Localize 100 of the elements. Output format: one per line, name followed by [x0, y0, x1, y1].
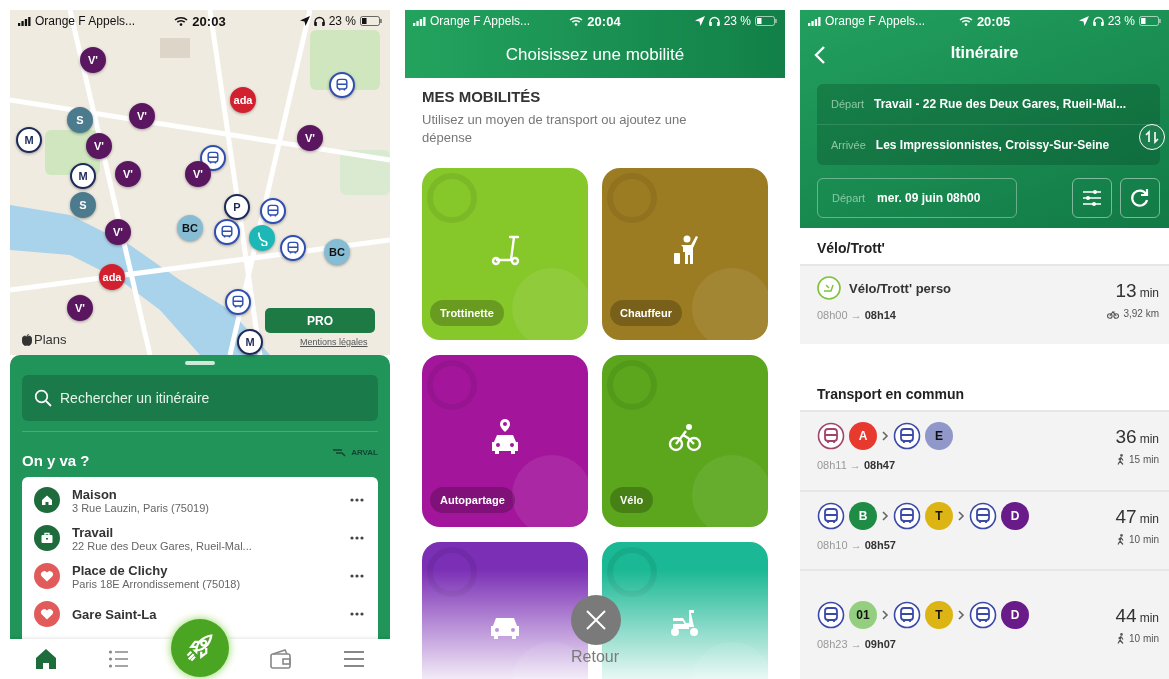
chevron-icon: [881, 429, 889, 442]
departure-field[interactable]: Départ mer. 09 juin 08h00: [817, 178, 1017, 218]
field-label: Arrivée: [831, 139, 866, 151]
bus-icon: [817, 501, 845, 530]
swap-button[interactable]: [1139, 124, 1165, 150]
route-times: 08h23 → 09h07: [817, 638, 897, 651]
battery-percent: 23 %: [723, 14, 751, 28]
bus-icon: [969, 501, 997, 530]
walk-icon: [1117, 633, 1125, 645]
duration-unit: min: [1139, 431, 1159, 446]
search-field[interactable]: Rechercher un itinéraire: [22, 375, 378, 421]
refresh-icon: [1130, 188, 1150, 208]
battery-percent: 23 %: [1107, 14, 1135, 28]
close-label: Retour: [571, 648, 619, 665]
place-name: Maison: [72, 486, 118, 502]
route-times: 08h10 → 08h57: [817, 538, 897, 551]
origin-value[interactable]: Travail - 22 Rue des Deux Gares, Rueil-Mal...: [874, 97, 1127, 111]
mobility-tile[interactable]: Chauffeur: [602, 168, 768, 341]
section-description: Utilisez un moyen de transport ou ajoutez une dépense: [422, 111, 688, 147]
route-name: Vélo/Trott' perso: [849, 280, 952, 296]
more-icon: [350, 574, 364, 578]
bus-icon: [893, 421, 921, 450]
rocket-icon: [184, 633, 215, 663]
field-label: Départ: [831, 98, 865, 110]
route-row[interactable]: 01 T D 08h23 → 09h07 44 min 10 min: [800, 569, 1169, 679]
pro-button[interactable]: PRO: [265, 308, 375, 333]
swap-icon: [1145, 130, 1159, 144]
rocket-button[interactable]: [170, 619, 229, 677]
battery-icon: [755, 16, 777, 26]
duration-value: 44: [1115, 605, 1137, 628]
carrier-name: Orange F Appels...: [35, 14, 136, 28]
place-name: Travail: [72, 524, 115, 540]
destination-value[interactable]: Les Impressionnistes, Croissy-Sur-Seine: [875, 138, 1110, 152]
bus-icon: [265, 203, 281, 219]
back-icon: [814, 45, 826, 65]
battery-percent: 23 %: [328, 14, 356, 28]
bike-scooter-icon: [817, 276, 841, 300]
route-detail: 10 min: [1129, 633, 1159, 645]
mobility-tile[interactable]: Vélo: [602, 355, 768, 528]
battery-icon: [360, 16, 382, 26]
search-icon: [34, 389, 52, 407]
section-title: Vélo/Trott': [816, 239, 886, 258]
legal-link[interactable]: Mentions légales: [300, 337, 368, 347]
walk-icon: [1117, 453, 1125, 465]
filter-button[interactable]: [1072, 178, 1112, 218]
bus-icon: [230, 294, 246, 310]
route-detail: 10 min: [1129, 533, 1159, 545]
drag-handle[interactable]: [185, 361, 215, 365]
wifi-icon: [569, 16, 584, 26]
map-attribution: Plans: [34, 332, 67, 347]
place-name: Gare Saint-La: [72, 606, 158, 622]
signal-icon: [808, 16, 821, 26]
headphones-icon: [708, 16, 720, 26]
train-icon: [817, 421, 845, 450]
bus-icon: [205, 150, 221, 166]
line-badge: T: [925, 601, 953, 630]
line-badge: B: [849, 501, 877, 530]
route-row[interactable]: Vélo/Trott' perso 08h00 → 08h14 13 min 3,92 km: [800, 264, 1169, 344]
route-row[interactable]: A E 08h11 → 08h47 36 min 15 min: [800, 409, 1169, 490]
close-icon: [584, 608, 608, 632]
location-icon: [694, 16, 705, 26]
status-time: 20:04: [587, 13, 621, 29]
more-icon: [350, 498, 364, 502]
status-time: 20:03: [192, 13, 226, 29]
refresh-button[interactable]: [1120, 178, 1160, 218]
wifi-icon: [174, 16, 189, 26]
status-time: 20:05: [976, 13, 1011, 29]
line-badge: T: [925, 501, 953, 530]
route-times: 08h00 → 08h14: [817, 309, 897, 321]
mobility-tile[interactable]: Autopartage: [422, 355, 588, 528]
headphones-icon: [313, 16, 325, 26]
screen-title: Itinéraire: [950, 44, 1019, 62]
line-badge: D: [1001, 601, 1029, 630]
line-badge: E: [925, 421, 953, 450]
duration-value: 47: [1115, 505, 1137, 528]
duration-value: 36: [1115, 425, 1137, 448]
location-icon: [1078, 16, 1089, 26]
carrier-name: Orange F Appels...: [430, 14, 531, 28]
bus-icon: [334, 77, 350, 93]
chevron-icon: [881, 609, 889, 622]
duration-value: 13: [1115, 280, 1137, 302]
place-address: 3 Rue Lauzin, Paris (75019): [72, 501, 210, 514]
line-badge: A: [849, 421, 877, 450]
wifi-icon: [958, 16, 973, 26]
screen-title: Choisissez une mobilité: [505, 45, 685, 65]
tile-label: Vélo: [610, 487, 654, 514]
chevron-icon: [881, 509, 889, 522]
walk-icon: [1117, 533, 1125, 545]
home-icon: [34, 647, 59, 671]
bus-icon: [219, 224, 235, 240]
line-badge: D: [1001, 501, 1029, 530]
location-icon: [299, 16, 310, 26]
place-name: Place de Clichy: [72, 562, 169, 578]
route-times: 08h11 → 08h47: [817, 458, 897, 471]
bus-icon: [893, 501, 921, 530]
logo-icon: [22, 333, 32, 346]
bus-icon: [893, 601, 921, 630]
tile-label: Chauffeur: [610, 300, 682, 327]
route-row[interactable]: B T D 08h10 → 08h57 47 min 10 min: [800, 489, 1169, 570]
section-title: MES MOBILITÉS: [422, 88, 542, 105]
